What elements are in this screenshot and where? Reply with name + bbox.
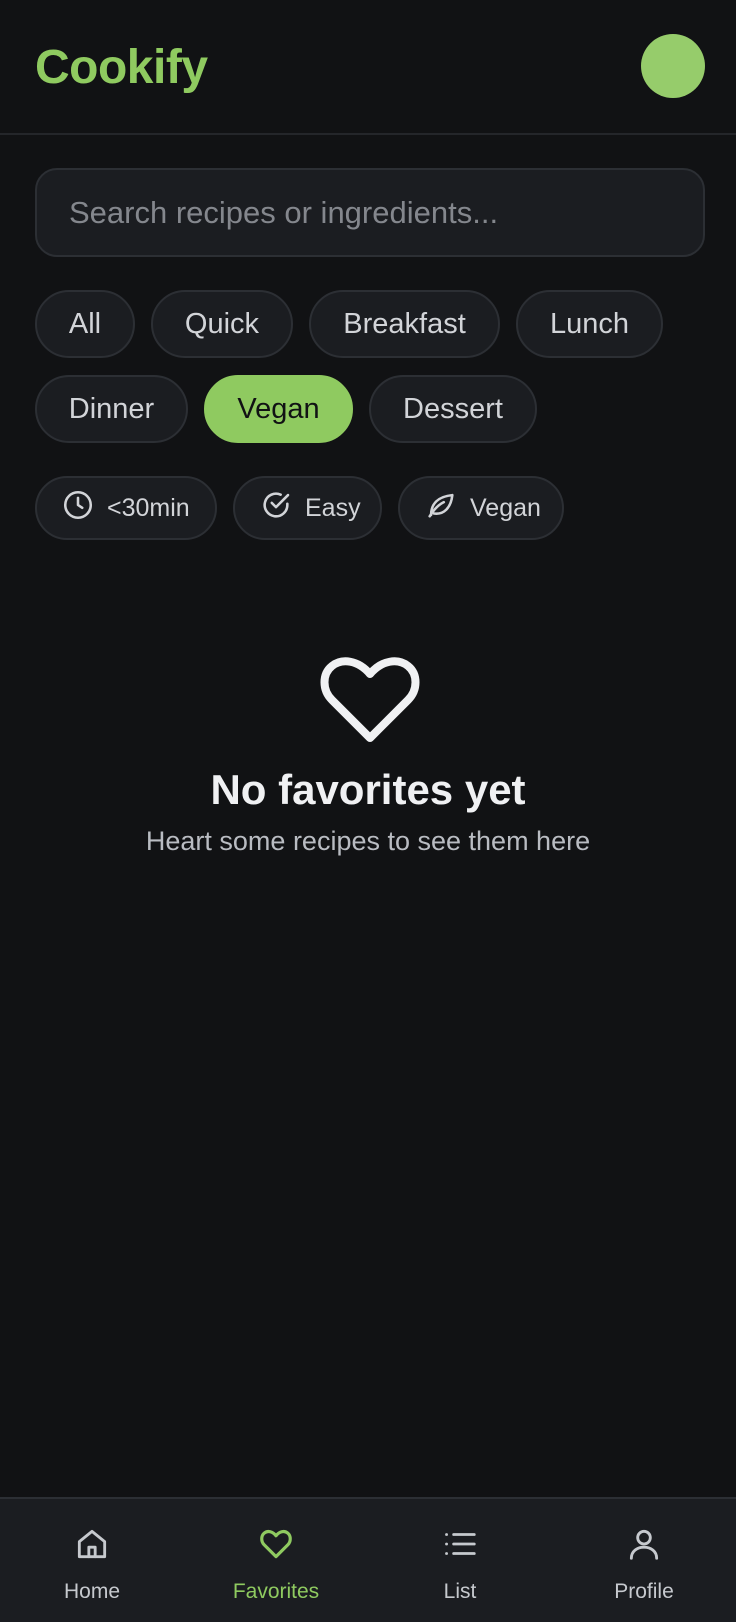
filter-under-30min[interactable]: <30min [35,476,217,540]
category-chip-label: All [68,307,102,340]
nav-item-favorites[interactable]: Favorites [184,1499,368,1622]
nav-label: Favorites [232,1580,320,1603]
search-bar[interactable] [35,168,705,257]
filter-label: Easy [305,493,361,522]
empty-state-subtitle: Heart some recipes to see them here [145,826,591,856]
category-chip-dessert[interactable]: Dessert [369,375,537,443]
app-root: Cookify All Quick Breakfast Lunch Dinner… [0,0,736,1622]
category-chip-label: Quick [184,307,260,340]
category-chip-dinner[interactable]: Dinner [35,375,188,443]
category-chip-vegan[interactable]: Vegan [204,375,353,443]
category-chip-lunch[interactable]: Lunch [516,290,663,358]
category-chip-label: Vegan [237,392,320,425]
avatar[interactable] [641,34,705,98]
app-header: Cookify [0,0,736,135]
leaf-icon [424,488,458,529]
category-chip-quick[interactable]: Quick [151,290,293,358]
bottom-nav: Home Favorites List Profile [0,1497,736,1622]
nav-item-home[interactable]: Home [0,1499,184,1622]
nav-label: Home [63,1580,121,1603]
list-icon [441,1525,479,1568]
user-icon [625,1525,663,1568]
app-logo[interactable]: Cookify [35,40,208,95]
filter-vegan[interactable]: Vegan [398,476,564,540]
search-input[interactable] [37,170,703,255]
category-chip-label: Dinner [68,392,155,425]
nav-item-profile[interactable]: Profile [552,1499,736,1622]
nav-item-list[interactable]: List [368,1499,552,1622]
filter-label: <30min [107,493,190,522]
clock-icon [61,488,95,529]
category-chip-label: Dessert [403,392,503,425]
nav-label: List [443,1580,477,1603]
category-chip-label: Breakfast [343,307,466,340]
category-chip-label: Lunch [549,307,629,340]
nav-label: Profile [614,1580,674,1603]
category-chip-all[interactable]: All [35,290,135,358]
heart-outline-icon [320,654,420,744]
filter-label: Vegan [470,493,541,522]
category-chip-breakfast[interactable]: Breakfast [309,290,500,358]
empty-state-title: No favorites yet [210,766,526,813]
heart-icon [257,1525,295,1568]
check-circle-icon [259,488,293,529]
home-icon [73,1525,111,1568]
filter-easy[interactable]: Easy [233,476,382,540]
